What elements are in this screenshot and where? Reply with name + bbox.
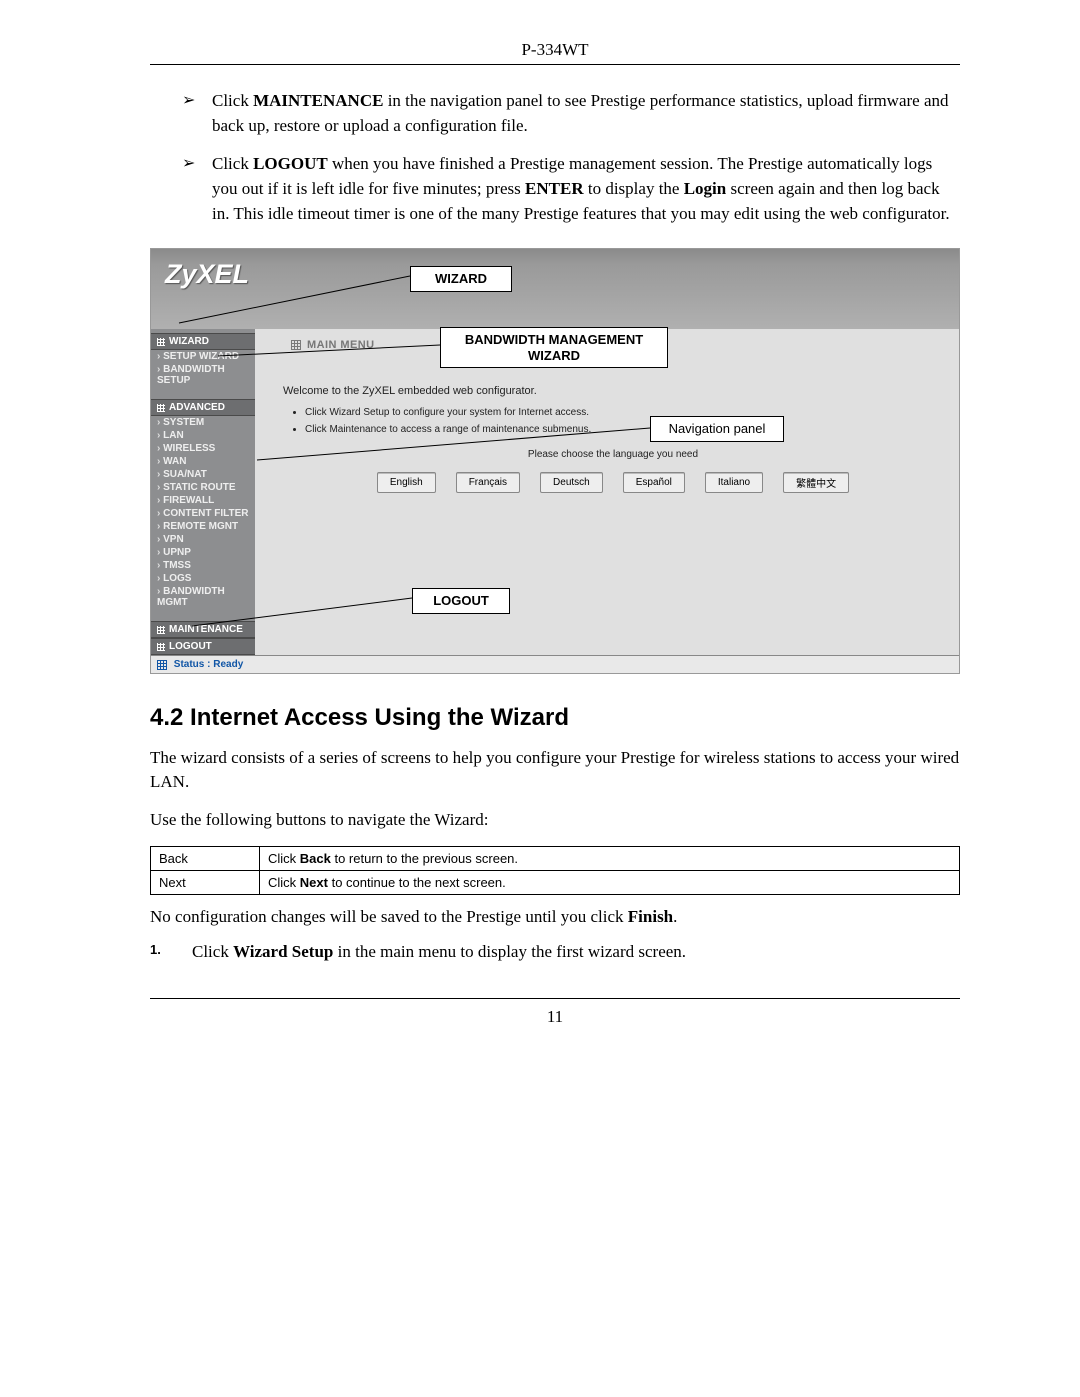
bullet-maintenance: Click MAINTENANCE in the navigation pane… — [182, 89, 960, 138]
status-label: Status : — [174, 659, 211, 670]
step-1: 1. Click Wizard Setup in the main menu t… — [150, 942, 960, 962]
nav-item-logs[interactable]: LOGS — [151, 572, 255, 585]
nav-item-lan[interactable]: LAN — [151, 429, 255, 442]
table-row: Next Click Next to continue to the next … — [151, 870, 960, 894]
app-main: MAIN MENU Welcome to the ZyXEL embedded … — [255, 329, 959, 655]
nav-item-tmss[interactable]: TMSS — [151, 559, 255, 572]
language-row: English Français Deutsch Español Italian… — [283, 472, 943, 493]
nav-item-bandwidth-setup[interactable]: BANDWIDTH SETUP — [151, 363, 255, 387]
nav-section-advanced[interactable]: ADVANCED — [151, 399, 255, 416]
nav-item-bandwidth-mgmt[interactable]: BANDWIDTH MGMT — [151, 585, 255, 609]
cell-next-label: Next — [151, 870, 260, 894]
brand-logo: ZyXEL — [165, 259, 249, 289]
bullet-logout: Click LOGOUT when you have finished a Pr… — [182, 152, 960, 226]
nav-item-static-route[interactable]: STATIC ROUTE — [151, 481, 255, 494]
nav-item-wan[interactable]: WAN — [151, 455, 255, 468]
nav-item-setup-wizard[interactable]: SETUP WIZARD — [151, 350, 255, 363]
instr-wizard: Click Wizard Setup to configure your sys… — [305, 407, 943, 418]
nav-section-logout[interactable]: LOGOUT — [151, 638, 255, 655]
lang-english-button[interactable]: English — [377, 472, 436, 493]
lang-chinese-button[interactable]: 繁體中文 — [783, 472, 849, 493]
instr-maintenance: Click Maintenance to access a range of m… — [305, 424, 943, 435]
lang-deutsch-button[interactable]: Deutsch — [540, 472, 603, 493]
nav-item-remote-mgnt[interactable]: REMOTE MGNT — [151, 520, 255, 533]
nav-item-firewall[interactable]: FIREWALL — [151, 494, 255, 507]
step-text: Click Wizard Setup in the main menu to d… — [192, 942, 686, 962]
callout-logout: LOGOUT — [412, 588, 510, 614]
nav-item-upnp[interactable]: UPNP — [151, 546, 255, 559]
cell-next-desc: Click Next to continue to the next scree… — [260, 870, 960, 894]
page-header: P-334WT — [150, 40, 960, 65]
lang-italiano-button[interactable]: Italiano — [705, 472, 763, 493]
lang-francais-button[interactable]: Français — [456, 472, 520, 493]
nav-panel[interactable]: WIZARD SETUP WIZARD BANDWIDTH SETUP ADVA… — [151, 329, 255, 655]
intro-bullets: Click MAINTENANCE in the navigation pane… — [150, 89, 960, 226]
nav-item-sua-nat[interactable]: SUA/NAT — [151, 468, 255, 481]
nav-item-vpn[interactable]: VPN — [151, 533, 255, 546]
nav-section-wizard[interactable]: WIZARD — [151, 333, 255, 350]
section-p1: The wizard consists of a series of scree… — [150, 746, 960, 794]
section-heading: 4.2 Internet Access Using the Wizard — [150, 704, 960, 732]
callout-nav-panel: Navigation panel — [650, 416, 784, 442]
cell-back-desc: Click Back to return to the previous scr… — [260, 846, 960, 870]
cell-back-label: Back — [151, 846, 260, 870]
status-icon — [157, 660, 167, 670]
language-prompt: Please choose the language you need — [283, 449, 943, 460]
status-bar: Status : Ready — [151, 655, 959, 673]
figure-web-configurator: WIZARD BANDWIDTH MANAGEMENT WIZARD Navig… — [150, 248, 960, 674]
app-window: ZyXEL WIZARD SETUP WIZARD BANDWIDTH SETU… — [150, 248, 960, 674]
app-topbar: ZyXEL — [151, 249, 959, 329]
nav-section-maintenance[interactable]: MAINTENANCE — [151, 621, 255, 638]
welcome-text: Welcome to the ZyXEL embedded web config… — [283, 385, 943, 397]
status-value: Ready — [213, 659, 243, 670]
lang-espanol-button[interactable]: Español — [623, 472, 685, 493]
nav-item-content-filter[interactable]: CONTENT FILTER — [151, 507, 255, 520]
nav-item-system[interactable]: SYSTEM — [151, 416, 255, 429]
table-row: Back Click Back to return to the previou… — [151, 846, 960, 870]
section-p3: No configuration changes will be saved t… — [150, 905, 960, 929]
nav-buttons-table: Back Click Back to return to the previou… — [150, 846, 960, 895]
instructions: Click Wizard Setup to configure your sys… — [305, 407, 943, 435]
section-p2: Use the following buttons to navigate th… — [150, 808, 960, 832]
callout-bw-wizard: BANDWIDTH MANAGEMENT WIZARD — [440, 327, 668, 368]
step-number: 1. — [150, 942, 188, 957]
callout-wizard: WIZARD — [410, 266, 512, 292]
nav-item-wireless[interactable]: WIRELESS — [151, 442, 255, 455]
page-footer: 11 — [150, 998, 960, 1027]
